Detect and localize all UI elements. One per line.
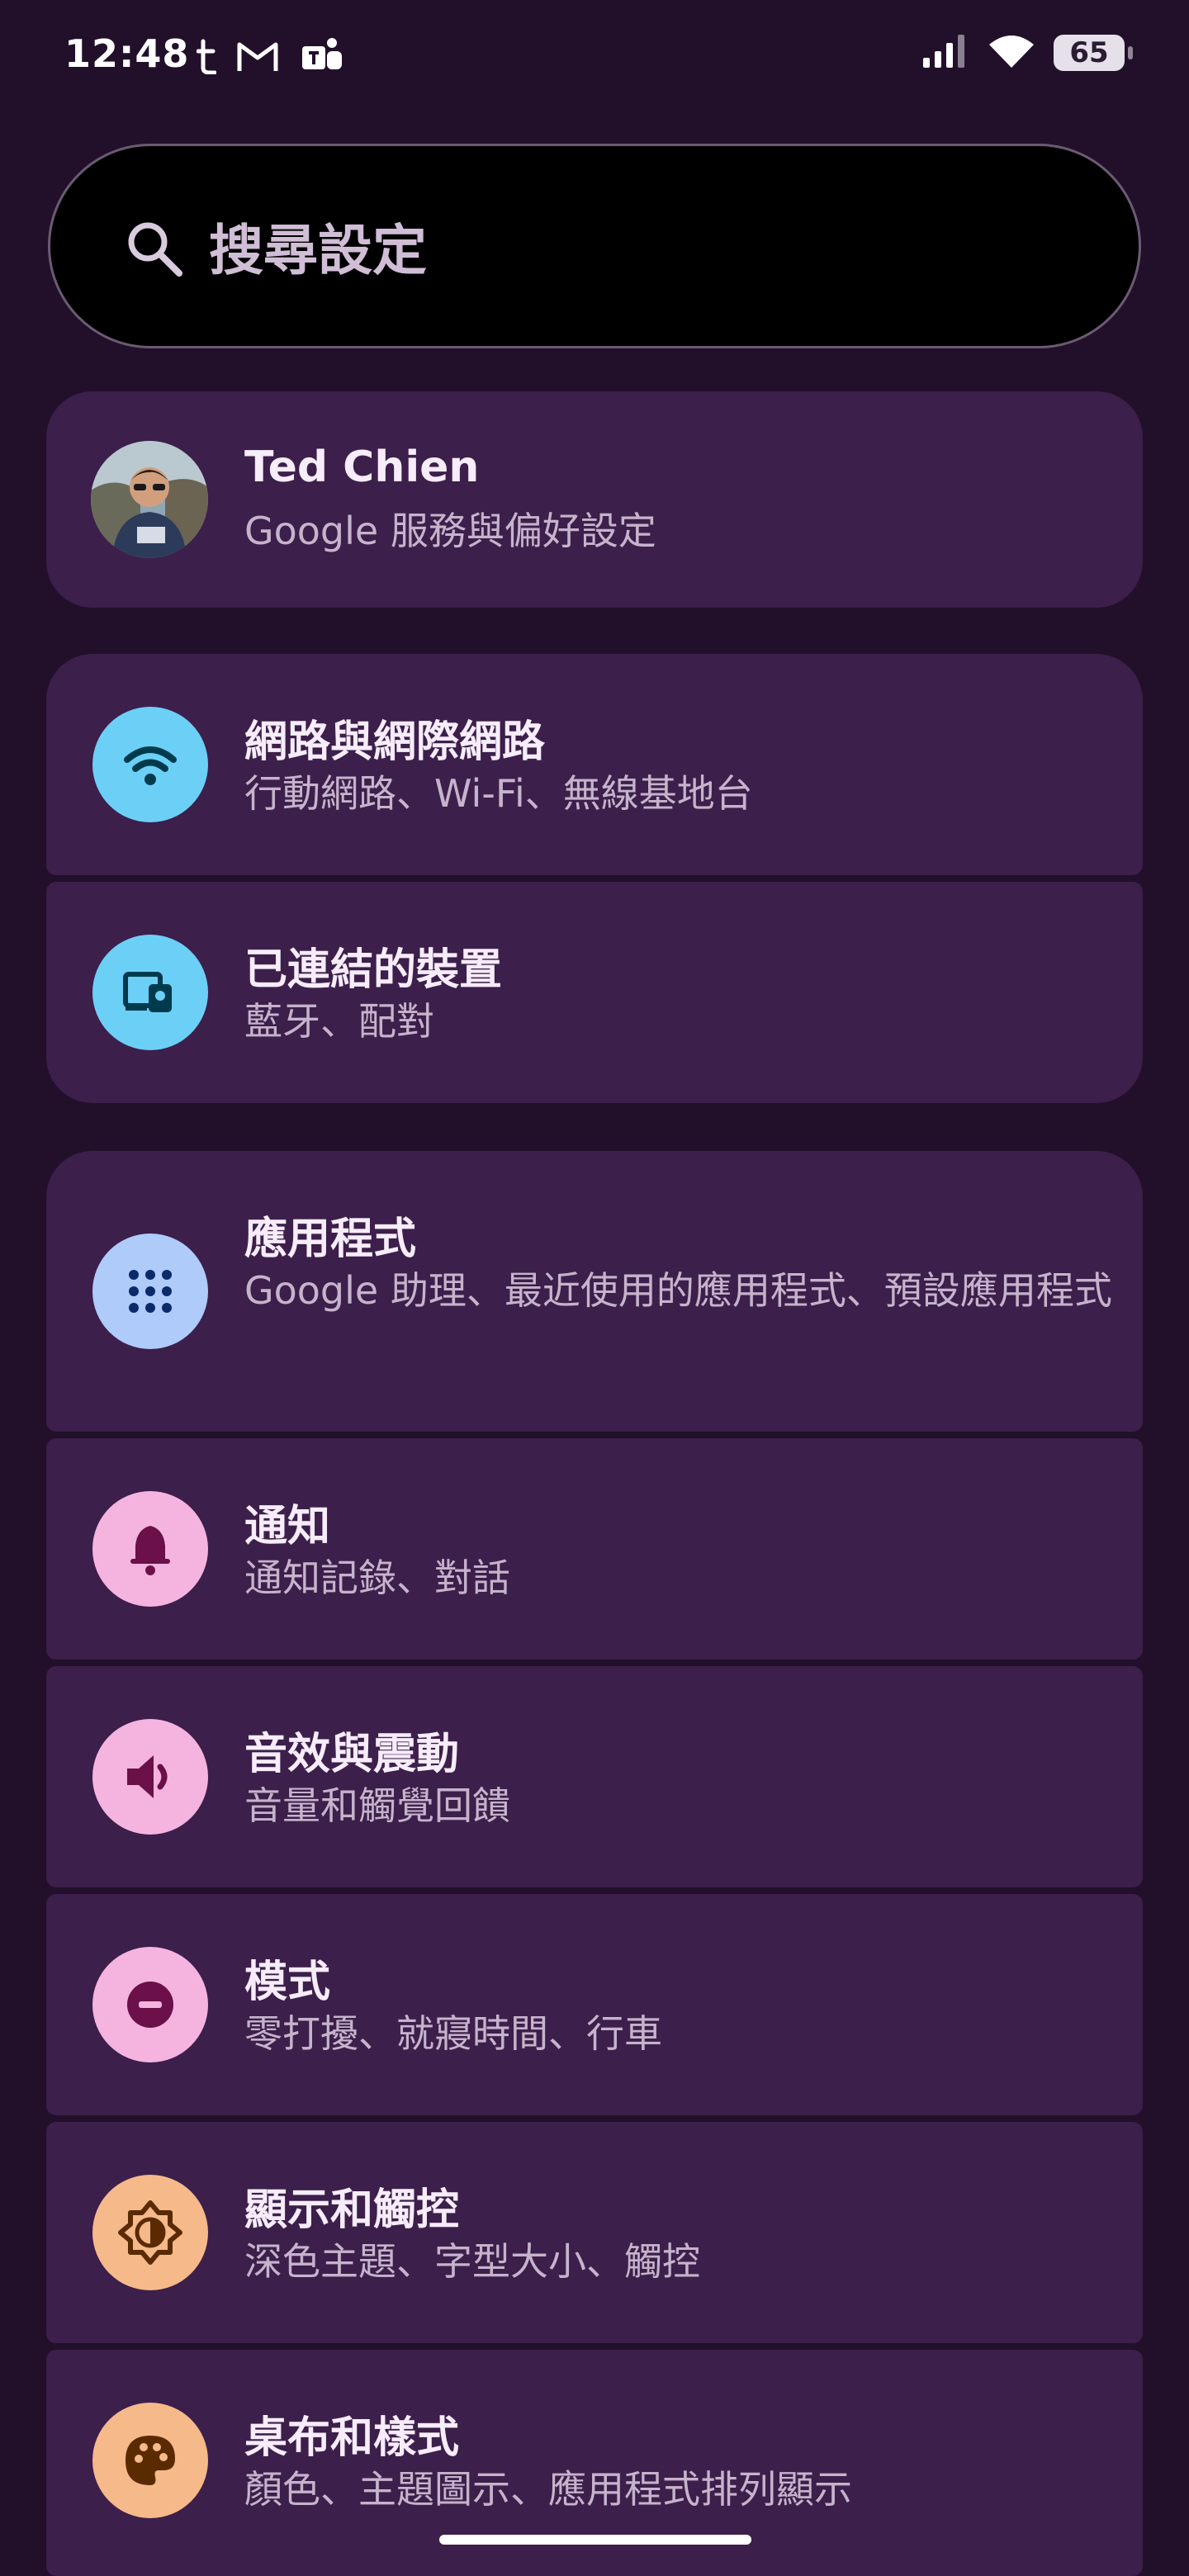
item-subtitle: 行動網路、Wi-Fi、無線基地台 [244,771,753,816]
item-title: 應用程式 [244,1215,417,1264]
wifi-icon [92,707,208,822]
settings-item-display[interactable]: 顯示和觸控 深色主題、字型大小、觸控 [46,2122,1143,2343]
account-card[interactable]: Ted Chien Google 服務與偏好設定 [46,391,1143,608]
home-indicator[interactable] [439,2535,751,2545]
item-subtitle: 深色主題、字型大小、觸控 [244,2239,700,2284]
bell-icon [92,1491,208,1607]
battery-icon: 65 [1054,35,1133,71]
status-bar: 12:48 65 [0,0,1189,116]
system-icons: 65 [921,33,1133,73]
wifi-icon [988,33,1035,73]
item-subtitle: 通知記錄、對話 [244,1556,510,1600]
avatar [91,441,208,558]
search-icon [123,217,186,280]
settings-item-apps[interactable]: 應用程式 Google 助理、最近使用的應用程式、預設應用程式 [46,1151,1143,1432]
item-title: 模式 [244,1958,331,2007]
notification-icons [196,36,345,79]
item-subtitle: 音量和觸覺回饋 [244,1783,510,1828]
item-title: 已連結的裝置 [244,945,503,995]
volume-icon [92,1719,208,1835]
account-subtitle: Google 服務與偏好設定 [244,509,656,553]
item-title: 通知 [244,1502,331,1551]
settings-item-notifications[interactable]: 通知 通知記錄、對話 [46,1438,1143,1660]
battery-nub [1128,46,1133,59]
gmail-icon [236,40,279,76]
item-subtitle: Google 助理、最近使用的應用程式、預設應用程式 [244,1268,1112,1313]
apps-grid-icon [92,1234,208,1349]
item-title: 音效與震動 [244,1730,460,1779]
signal-icon [921,33,969,73]
do-not-disturb-icon [92,1947,208,2062]
search-placeholder: 搜尋設定 [209,219,427,282]
item-subtitle: 零打擾、就寢時間、行車 [244,2011,662,2056]
item-title: 桌布和樣式 [244,2413,460,2463]
connected-devices-icon [92,935,208,1050]
status-time: 12:48 [64,31,190,76]
search-bar[interactable]: 搜尋設定 [48,144,1141,348]
settings-item-connected-devices[interactable]: 已連結的裝置 藍牙、配對 [46,882,1143,1103]
tumblr-icon [196,38,217,78]
settings-item-network[interactable]: 網路與網際網路 行動網路、Wi-Fi、無線基地台 [46,654,1143,875]
item-title: 顯示和觸控 [244,2185,460,2235]
teams-icon [299,36,345,79]
palette-icon [92,2403,208,2518]
item-subtitle: 顏色、主題圖示、應用程式排列顯示 [244,2467,852,2512]
brightness-icon [92,2175,208,2290]
settings-item-sound[interactable]: 音效與震動 音量和觸覺回饋 [46,1666,1143,1887]
account-name: Ted Chien [244,443,480,492]
settings-item-modes[interactable]: 模式 零打擾、就寢時間、行車 [46,1894,1143,2115]
battery-level: 65 [1069,36,1109,69]
item-title: 網路與網際網路 [244,717,546,767]
item-subtitle: 藍牙、配對 [244,999,434,1044]
